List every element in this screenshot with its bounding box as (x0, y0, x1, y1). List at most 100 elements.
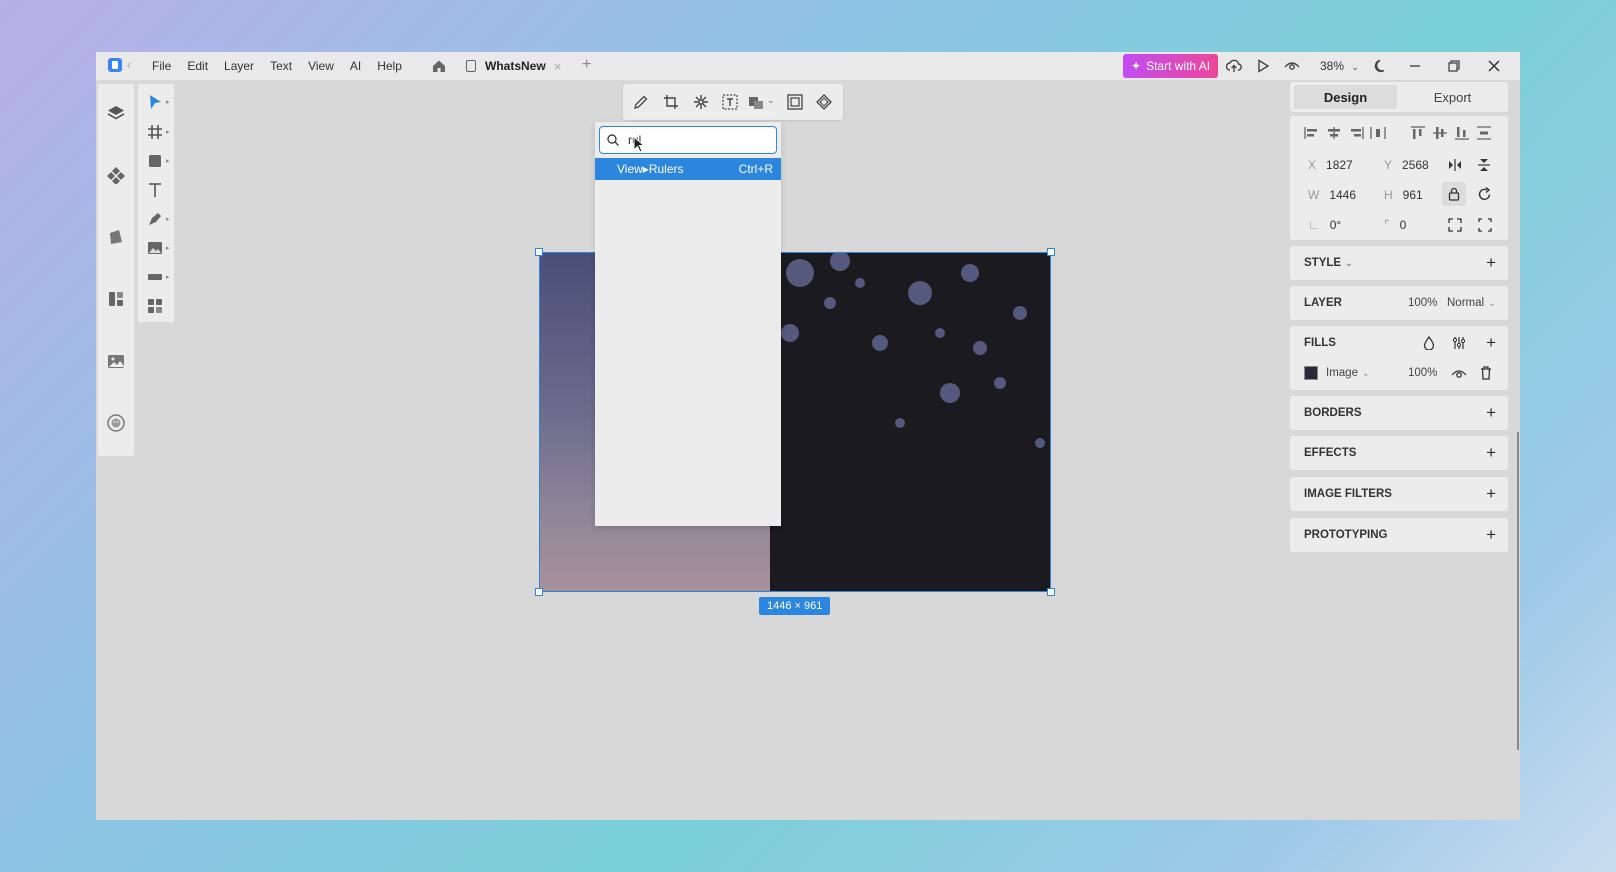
minimize-icon[interactable] (1407, 58, 1423, 74)
input-field-tool-icon[interactable] (147, 269, 163, 285)
expand-corners-icon[interactable] (1478, 218, 1492, 232)
add-effect-icon[interactable]: + (1486, 444, 1496, 461)
image-tool-icon[interactable] (147, 240, 163, 256)
back-arrow-icon[interactable]: ‹ (127, 57, 131, 72)
effects-section[interactable]: EFFECTS + (1290, 436, 1508, 470)
panel-scrollbar[interactable] (1517, 432, 1519, 750)
pen-tool-icon[interactable] (147, 211, 163, 227)
shape-caret-icon[interactable]: ▸ (166, 157, 170, 165)
menu-text[interactable]: Text (270, 59, 292, 73)
frame-caret-icon[interactable]: ▸ (166, 128, 170, 136)
add-image-filter-icon[interactable]: + (1486, 485, 1496, 502)
select-caret-icon[interactable]: ▸ (166, 98, 170, 106)
boolean-caret-icon[interactable]: ⌄ (767, 95, 775, 106)
align-top-icon[interactable] (1410, 126, 1426, 140)
search-result-item[interactable]: View▸Rulers Ctrl+R (595, 158, 781, 180)
style-section[interactable]: STYLE ⌄ + (1290, 246, 1508, 280)
add-prototyping-icon[interactable]: + (1486, 526, 1496, 543)
x-field[interactable]: X 1827 (1308, 158, 1353, 172)
align-bottom-icon[interactable] (1454, 126, 1470, 140)
zoom-level[interactable]: 38% ⌄ (1320, 59, 1359, 73)
rotate-reset-icon[interactable] (1477, 187, 1492, 202)
close-window-icon[interactable] (1486, 58, 1502, 74)
align-left-icon[interactable] (1304, 126, 1320, 140)
component-diamond-icon[interactable] (816, 94, 832, 110)
rotation-field[interactable]: ∟ 0° (1308, 218, 1341, 232)
frame-hash-icon[interactable] (147, 124, 163, 140)
magic-sparkle-icon[interactable] (693, 94, 709, 110)
tab-close-icon[interactable]: × (554, 59, 562, 74)
select-arrow-icon[interactable] (147, 94, 163, 110)
edit-pencil-icon[interactable] (633, 94, 649, 110)
y-field[interactable]: Y 2568 (1384, 158, 1429, 172)
distribute-v-icon[interactable] (1476, 126, 1492, 140)
h-field[interactable]: H 961 (1384, 188, 1423, 202)
align-right-icon[interactable] (1348, 126, 1364, 140)
start-with-ai-button[interactable]: ✦ Start with AI (1123, 54, 1219, 78)
home-icon[interactable] (432, 59, 446, 73)
fit-content-icon[interactable] (1448, 218, 1462, 232)
boolean-shapes-icon[interactable] (748, 94, 764, 110)
tab-whatsnew[interactable]: WhatsNew × (458, 55, 569, 77)
menu-layer[interactable]: Layer (224, 59, 254, 73)
w-field[interactable]: W 1446 (1308, 188, 1356, 202)
menu-file[interactable]: File (152, 59, 171, 73)
layers-icon[interactable] (107, 104, 125, 122)
tab-design[interactable]: Design (1294, 85, 1397, 109)
add-fill-icon[interactable]: + (1486, 334, 1496, 351)
radius-field[interactable]: ⌜ 0 (1384, 218, 1406, 232)
components-icon[interactable] (107, 166, 125, 184)
align-middle-icon[interactable] (1432, 126, 1448, 140)
flip-vertical-icon[interactable] (1478, 158, 1490, 172)
command-search-input[interactable] (628, 132, 768, 148)
fill-type-select[interactable]: Image ⌄ (1326, 367, 1370, 379)
fill-image-swatch[interactable] (1304, 366, 1318, 380)
style-chevron-icon[interactable]: ⌄ (1345, 258, 1353, 268)
fill-opacity[interactable]: 100% (1408, 367, 1437, 379)
crop-icon[interactable] (663, 94, 679, 110)
command-search-box[interactable] (599, 126, 777, 154)
rectangle-icon[interactable] (147, 153, 163, 169)
tab-export[interactable]: Export (1401, 85, 1504, 109)
resize-handle-top-left[interactable] (535, 248, 543, 256)
add-border-icon[interactable]: + (1486, 404, 1496, 421)
layer-opacity[interactable]: 100% (1408, 297, 1437, 309)
image-filters-section[interactable]: IMAGE FILTERS + (1290, 477, 1508, 511)
image-library-icon[interactable] (107, 352, 125, 370)
align-center-h-icon[interactable] (1326, 126, 1342, 140)
fill-delete-trash-icon[interactable] (1480, 366, 1492, 380)
preview-eye-icon[interactable] (1284, 58, 1300, 74)
plugins-icon[interactable] (107, 290, 125, 308)
play-icon[interactable] (1255, 58, 1271, 74)
assets-icon[interactable] (107, 228, 125, 246)
menu-help[interactable]: Help (377, 59, 402, 73)
new-tab-icon[interactable]: + (582, 56, 591, 74)
add-style-icon[interactable]: + (1486, 254, 1496, 271)
blend-mode-select[interactable]: Normal ⌄ (1447, 297, 1496, 309)
distribute-h-icon[interactable] (1370, 126, 1386, 140)
fill-visibility-eye-icon[interactable] (1451, 367, 1467, 380)
text-extract-icon[interactable] (722, 94, 738, 110)
plugins-grid-icon[interactable] (147, 298, 163, 314)
adjust-sliders-icon[interactable] (1452, 336, 1466, 350)
borders-section[interactable]: BORDERS + (1290, 396, 1508, 430)
restore-icon[interactable] (1446, 58, 1462, 74)
prototyping-section[interactable]: PROTOTYPING + (1290, 518, 1508, 552)
app-logo-icon[interactable] (108, 58, 122, 72)
dark-mode-moon-icon[interactable] (1373, 58, 1389, 74)
widget-caret-icon[interactable]: ▸ (166, 273, 170, 281)
cloud-upload-icon[interactable] (1226, 58, 1242, 74)
resize-handle-bottom-left[interactable] (535, 588, 543, 596)
resize-handle-top-right[interactable] (1047, 248, 1055, 256)
avatar-face-icon[interactable] (107, 414, 125, 432)
fit-frame-icon[interactable] (787, 94, 803, 110)
menu-edit[interactable]: Edit (187, 59, 208, 73)
resize-handle-bottom-right[interactable] (1047, 588, 1055, 596)
image-caret-icon[interactable]: ▸ (166, 244, 170, 252)
text-tool-icon[interactable] (147, 182, 163, 198)
color-drop-icon[interactable] (1423, 336, 1435, 350)
lock-ratio-button[interactable] (1442, 182, 1466, 206)
pen-caret-icon[interactable]: ▸ (166, 215, 170, 223)
menu-view[interactable]: View (308, 59, 334, 73)
flip-horizontal-icon[interactable] (1448, 159, 1462, 171)
